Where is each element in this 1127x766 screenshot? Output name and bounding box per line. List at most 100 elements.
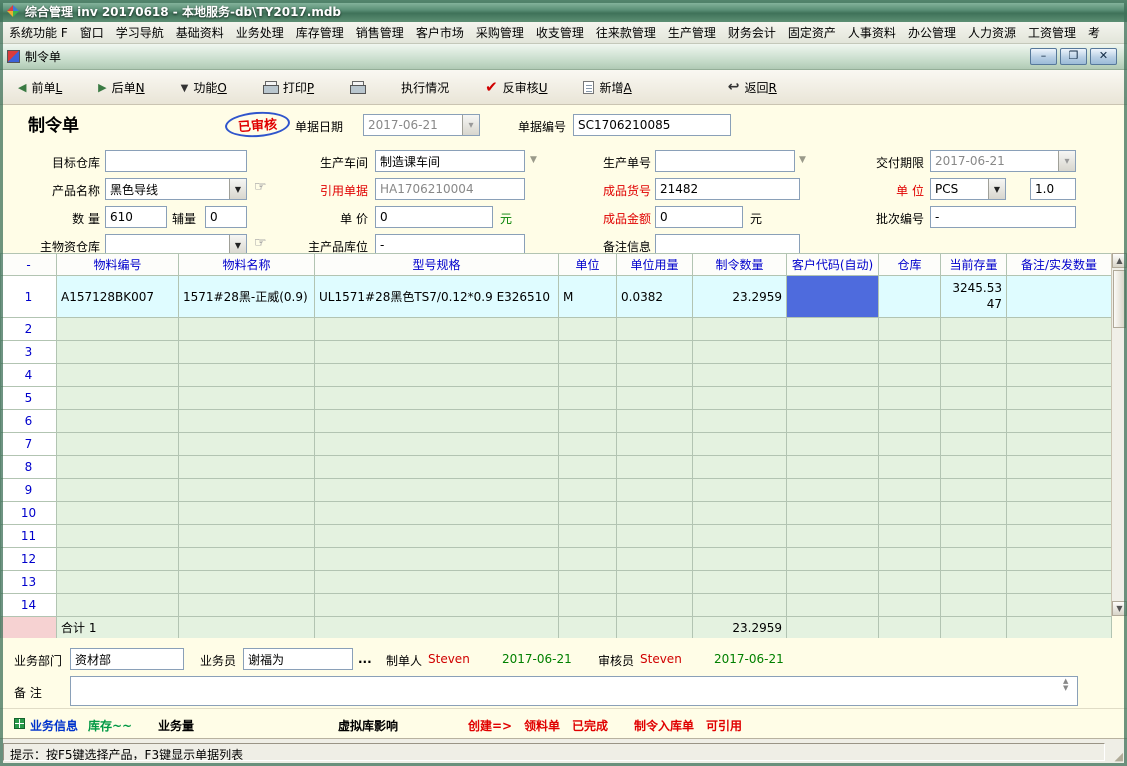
menu-item[interactable]: 往来款管理 — [590, 22, 662, 44]
cell[interactable]: 0.0382 — [617, 276, 693, 318]
menu-item[interactable]: 人力资源 — [962, 22, 1022, 44]
cell[interactable] — [57, 318, 179, 341]
cell[interactable] — [787, 318, 879, 341]
row-number[interactable]: 7 — [1, 433, 57, 456]
row-number[interactable]: 3 — [1, 341, 57, 364]
row-number[interactable]: 1 — [1, 276, 57, 318]
remark-scroll-icons[interactable]: ▲▼ — [1063, 678, 1068, 692]
cell[interactable] — [941, 479, 1007, 502]
cell[interactable] — [787, 433, 879, 456]
cell[interactable] — [57, 364, 179, 387]
cell[interactable] — [879, 456, 941, 479]
cell[interactable] — [315, 433, 559, 456]
menu-item[interactable]: 固定资产 — [782, 22, 842, 44]
cell[interactable] — [787, 341, 879, 364]
cell[interactable] — [787, 387, 879, 410]
doc-date-field[interactable]: 2017-06-21 ▾ — [363, 114, 480, 136]
cell[interactable] — [617, 479, 693, 502]
row-number[interactable]: 13 — [1, 571, 57, 594]
exec-status-button[interactable]: 执行情况 — [397, 76, 453, 99]
cell[interactable] — [879, 276, 941, 318]
cell[interactable] — [1007, 318, 1112, 341]
cell[interactable] — [315, 502, 559, 525]
cell[interactable] — [559, 433, 617, 456]
row-number[interactable]: 2 — [1, 318, 57, 341]
cell[interactable] — [1007, 341, 1112, 364]
cell[interactable] — [315, 456, 559, 479]
cell[interactable] — [941, 341, 1007, 364]
column-header[interactable]: 物料编号 — [57, 254, 179, 276]
scroll-up-icon[interactable]: ▲ — [1112, 253, 1127, 268]
doc-no-input[interactable] — [573, 114, 731, 136]
return-button[interactable]: 返回R — [724, 76, 781, 99]
unit-combo[interactable]: PCS ▼ — [930, 178, 1006, 200]
bottom-link-business-volume[interactable]: 业务量 — [158, 717, 194, 734]
calendar-dropdown-icon[interactable]: ▾ — [462, 115, 479, 135]
column-header[interactable]: 制令数量 — [693, 254, 787, 276]
cell[interactable] — [879, 410, 941, 433]
cell[interactable] — [559, 318, 617, 341]
cell[interactable] — [1007, 276, 1112, 318]
menu-item[interactable]: 办公管理 — [902, 22, 962, 44]
cell[interactable] — [179, 341, 315, 364]
menu-item[interactable]: 基础资料 — [170, 22, 230, 44]
product-combo[interactable]: 黑色导线 ▼ — [105, 178, 247, 200]
cell[interactable] — [941, 594, 1007, 617]
cell[interactable] — [617, 456, 693, 479]
select-hand-icon[interactable]: ☞ — [254, 179, 267, 195]
cell[interactable] — [179, 502, 315, 525]
cell[interactable] — [879, 364, 941, 387]
cell[interactable] — [315, 364, 559, 387]
cell[interactable] — [1007, 364, 1112, 387]
cell[interactable] — [693, 387, 787, 410]
cell[interactable] — [57, 433, 179, 456]
cell[interactable] — [315, 410, 559, 433]
bottom-link-completed[interactable]: 已完成 — [572, 717, 608, 734]
row-number[interactable]: 8 — [1, 456, 57, 479]
workshop-dropdown-icon[interactable]: ▼ — [530, 155, 537, 165]
cell[interactable] — [879, 341, 941, 364]
cell[interactable] — [693, 479, 787, 502]
cell[interactable] — [315, 318, 559, 341]
cell[interactable] — [879, 502, 941, 525]
cell[interactable] — [559, 525, 617, 548]
price-input[interactable] — [375, 206, 493, 228]
cell[interactable] — [787, 364, 879, 387]
bottom-link-create[interactable]: 创建=> — [468, 717, 512, 734]
bottom-link-order-inbound[interactable]: 制令入库单 — [634, 717, 694, 734]
cell[interactable] — [179, 318, 315, 341]
cell[interactable]: M — [559, 276, 617, 318]
cell[interactable] — [559, 571, 617, 594]
function-button[interactable]: 功能O — [177, 76, 231, 99]
minimize-button[interactable]: – — [1030, 48, 1057, 65]
item-no-input[interactable] — [655, 178, 800, 200]
cell[interactable] — [617, 318, 693, 341]
scrollbar-thumb[interactable] — [1113, 270, 1126, 328]
cell[interactable] — [1007, 410, 1112, 433]
menu-item[interactable]: 收支管理 — [530, 22, 590, 44]
combo-arrow-icon[interactable]: ▼ — [988, 179, 1005, 199]
combo-arrow-icon[interactable]: ▼ — [229, 235, 246, 255]
cell[interactable] — [559, 479, 617, 502]
cell[interactable]: 1571#28黑-正威(0.9) — [179, 276, 315, 318]
printer-button[interactable] — [346, 78, 369, 96]
menu-item[interactable]: 客户市场 — [410, 22, 470, 44]
bottom-link-material-requisition[interactable]: 领料单 — [524, 717, 560, 734]
cell[interactable] — [315, 548, 559, 571]
cell[interactable] — [179, 364, 315, 387]
column-header[interactable]: 单位用量 — [617, 254, 693, 276]
cell[interactable] — [1007, 594, 1112, 617]
cell[interactable] — [787, 502, 879, 525]
cell[interactable] — [617, 502, 693, 525]
batch-no-input[interactable] — [930, 206, 1076, 228]
more-button[interactable]: ... — [358, 652, 372, 666]
cell[interactable] — [57, 525, 179, 548]
prev-button[interactable]: 前单L — [14, 76, 66, 99]
scroll-down-icon[interactable]: ▼ — [1112, 601, 1127, 616]
cell[interactable] — [179, 456, 315, 479]
cell[interactable] — [179, 387, 315, 410]
cell[interactable] — [617, 364, 693, 387]
print-button[interactable]: 打印P — [259, 76, 318, 99]
cell[interactable] — [1007, 387, 1112, 410]
unit-factor-input[interactable] — [1030, 178, 1076, 200]
